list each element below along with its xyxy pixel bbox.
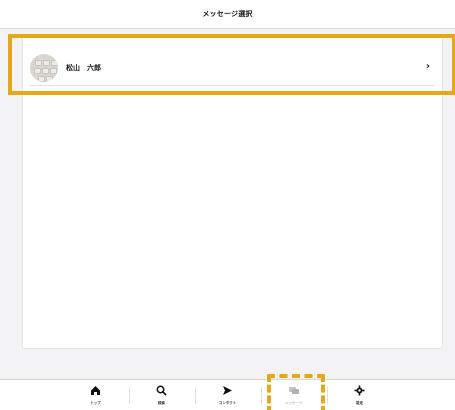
tab-top[interactable]: トップ — [63, 380, 129, 410]
tab-contact[interactable]: コンタクト — [194, 380, 261, 410]
tab-settings[interactable]: 設定 — [326, 380, 393, 410]
gear-icon — [354, 385, 365, 398]
home-icon — [90, 385, 101, 398]
send-icon — [222, 385, 233, 398]
tab-label: トップ — [90, 401, 101, 405]
header-bar: メッセージ選択 — [0, 0, 455, 29]
tab-label: コンタクト — [218, 401, 237, 405]
tab-bar: トップ 検索 コンタクト メッセージ 設定 — [0, 379, 455, 410]
tab-search[interactable]: 検索 — [128, 380, 195, 410]
avatar — [30, 53, 58, 82]
contact-name: 松山 六郎 — [66, 63, 101, 72]
chevron-right-icon: › — [425, 61, 430, 72]
tab-label: 検索 — [158, 401, 165, 405]
page-title: メッセージ選択 — [202, 10, 253, 18]
tab-message[interactable]: メッセージ — [260, 380, 327, 410]
tab-label: メッセージ — [284, 401, 303, 405]
tab-label: 設定 — [356, 401, 363, 405]
message-icon — [288, 385, 300, 398]
row-divider — [30, 85, 435, 86]
list-item[interactable]: 松山 六郎 › — [30, 49, 442, 86]
search-icon — [156, 385, 167, 398]
